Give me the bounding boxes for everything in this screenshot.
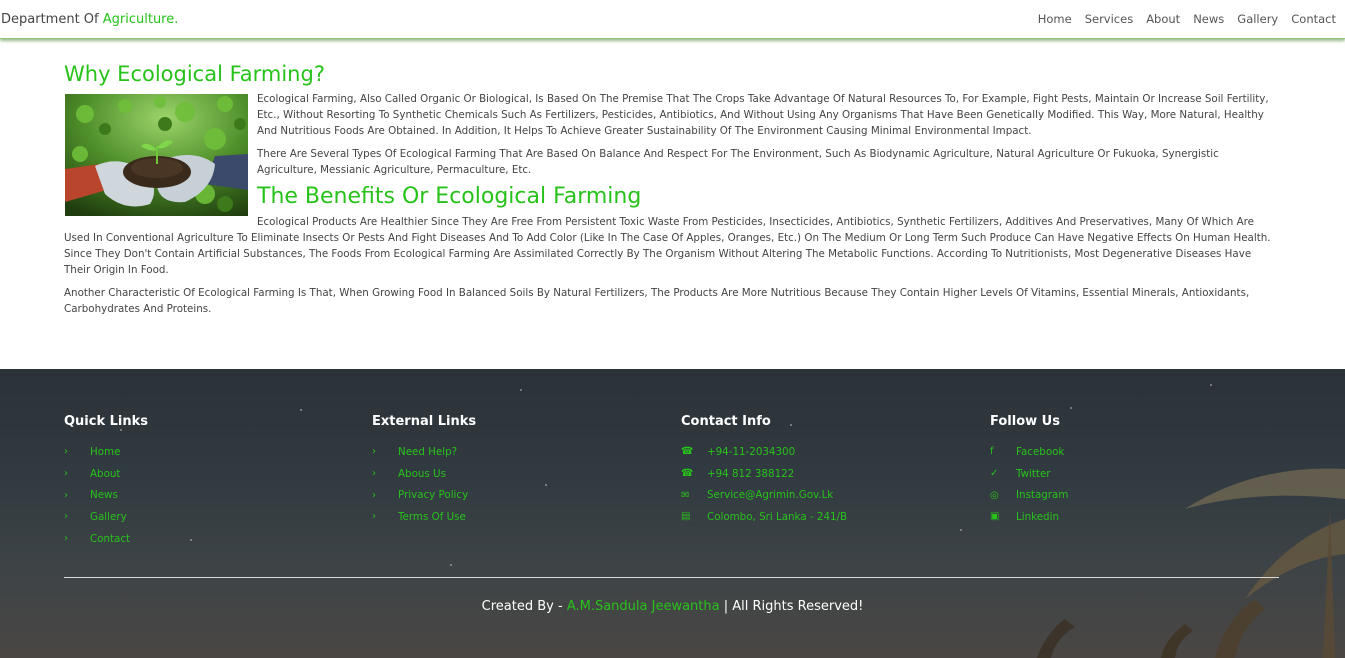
contact-phone-1[interactable]: ☎ +94-11-2034300 [681,441,847,463]
map-icon: ▤ [681,511,691,523]
external-link-privacy[interactable]: › Privacy Policy [372,484,476,506]
quick-link-label[interactable]: Gallery [90,511,127,523]
facebook-icon: f [990,446,994,458]
hands-holding-seedling-image [65,94,248,216]
site-footer: Quick Links › Home › About › News › Gallery … [0,369,1345,658]
quick-link-news[interactable]: › News [64,484,148,506]
social-label[interactable]: Linkedin [1016,511,1059,523]
nav-services[interactable]: Services [1085,12,1134,26]
phone-icon: ☎ [681,468,694,480]
contact-phone-2[interactable]: ☎ +94 812 388122 [681,463,847,485]
phone-icon: ☎ [681,446,694,458]
social-label[interactable]: Instagram [1016,489,1068,501]
follow-us-column: Follow Us f Facebook ✓ Twitter ◎ Instagram … [990,414,1068,528]
quick-links-column: Quick Links › Home › About › News › Gallery … [64,414,148,549]
credit-author: A.M.Sandula Jeewantha [566,599,720,614]
credit-prefix: Created By - [481,599,567,614]
contact-email[interactable]: ✉ Service@Agrimin.Gov.Lk [681,484,847,506]
benefits-paragraph-1: Ecological Products Are Healthier Since … [64,216,1271,276]
nav-about[interactable]: About [1146,12,1180,26]
twitter-icon: ✓ [990,468,999,480]
chevron-right-icon: › [64,489,68,501]
star-decoration [545,484,547,486]
contact-info-column: Contact Info ☎ +94-11-2034300 ☎ +94 812 38… [681,414,847,528]
external-link-help[interactable]: › Need Help? [372,441,476,463]
contact-info-title: Contact Info [681,414,771,429]
nav-contact[interactable]: Contact [1291,12,1336,26]
social-facebook[interactable]: f Facebook [990,441,1068,463]
page-title: Why Ecological Farming? [64,62,325,86]
brand-prefix: Department Of [1,12,103,27]
quick-link-contact[interactable]: › Contact [64,528,148,550]
nav-home[interactable]: Home [1038,12,1072,26]
footer-divider [64,577,1279,578]
external-link-label[interactable]: Privacy Policy [398,489,468,501]
external-links-title: External Links [372,414,477,429]
star-decoration [450,564,452,566]
brand-logo[interactable]: Department Of Agriculture. [1,12,178,27]
quick-link-label[interactable]: News [90,489,118,501]
plants-background-image [1037,468,1345,658]
chevron-right-icon: › [372,489,376,501]
main-nav: Home Services About News Gallery Contact [1038,12,1336,26]
main-content: Why Ecological Farming? Ecological Farmi… [64,60,1279,324]
social-label[interactable]: Facebook [1016,446,1064,458]
quick-links-title: Quick Links [64,414,149,429]
chevron-right-icon: › [372,468,376,480]
quick-link-about[interactable]: › About [64,463,148,485]
chevron-right-icon: › [64,511,68,523]
copyright-credit: Created By - A.M.Sandula Jeewantha | All… [0,599,1345,614]
external-link-label[interactable]: Terms Of Use [398,511,466,523]
external-link-label[interactable]: Abous Us [398,468,446,480]
site-header: Department Of Agriculture. Home Services… [0,0,1345,39]
chevron-right-icon: › [64,468,68,480]
chevron-right-icon: › [372,511,376,523]
contact-value[interactable]: +94 812 388122 [707,468,794,480]
star-decoration [300,409,302,411]
star-decoration [190,539,192,541]
external-links-column: External Links › Need Help? › Abous Us › Pr… [372,414,476,528]
contact-value[interactable]: Service@Agrimin.Gov.Lk [707,489,833,501]
credit-suffix: | All Rights Reserved! [719,599,864,614]
envelope-icon: ✉ [681,489,690,501]
social-instagram[interactable]: ◎ Instagram [990,484,1068,506]
social-linkedin[interactable]: ▣ Linkedin [990,506,1068,528]
external-link-about[interactable]: › Abous Us [372,463,476,485]
chevron-right-icon: › [372,446,376,458]
contact-value[interactable]: Colombo, Sri Lanka - 241/B [707,511,847,523]
linkedin-icon: ▣ [990,511,1000,523]
nav-news[interactable]: News [1193,12,1224,26]
external-link-label[interactable]: Need Help? [398,446,457,458]
instagram-icon: ◎ [990,489,999,501]
chevron-right-icon: › [64,533,68,545]
follow-us-title: Follow Us [990,414,1060,429]
social-twitter[interactable]: ✓ Twitter [990,463,1068,485]
social-label[interactable]: Twitter [1016,468,1051,480]
external-link-terms[interactable]: › Terms Of Use [372,506,476,528]
benefits-paragraph-2: Another Characteristic Of Ecological Far… [64,287,1250,315]
brand-highlight: Agriculture. [102,12,179,27]
quick-link-gallery[interactable]: › Gallery [64,506,148,528]
chevron-right-icon: › [64,446,68,458]
quick-link-home[interactable]: › Home [64,441,148,463]
quick-link-label[interactable]: Contact [90,533,130,545]
contact-value[interactable]: +94-11-2034300 [707,446,795,458]
contact-address[interactable]: ▤ Colombo, Sri Lanka - 241/B [681,506,847,528]
quick-link-label[interactable]: About [90,468,120,480]
nav-gallery[interactable]: Gallery [1237,12,1278,26]
quick-link-label[interactable]: Home [90,446,120,458]
star-decoration [520,389,522,391]
